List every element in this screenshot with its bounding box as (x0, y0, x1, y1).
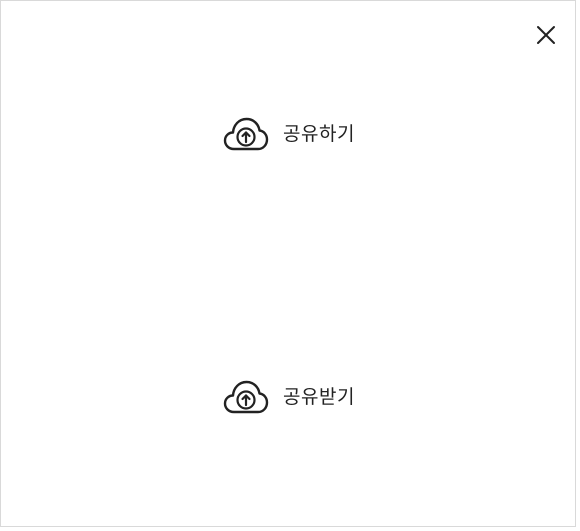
close-button[interactable] (533, 22, 559, 48)
close-icon (537, 26, 555, 44)
cloud-upload-icon (223, 114, 269, 154)
share-dialog: 공유하기 공유받기 (0, 0, 576, 527)
share-label: 공유하기 (283, 122, 355, 145)
cloud-upload-icon (223, 377, 269, 417)
receive-button[interactable]: 공유받기 (223, 377, 355, 417)
receive-label: 공유받기 (283, 385, 355, 408)
share-button[interactable]: 공유하기 (223, 114, 355, 154)
